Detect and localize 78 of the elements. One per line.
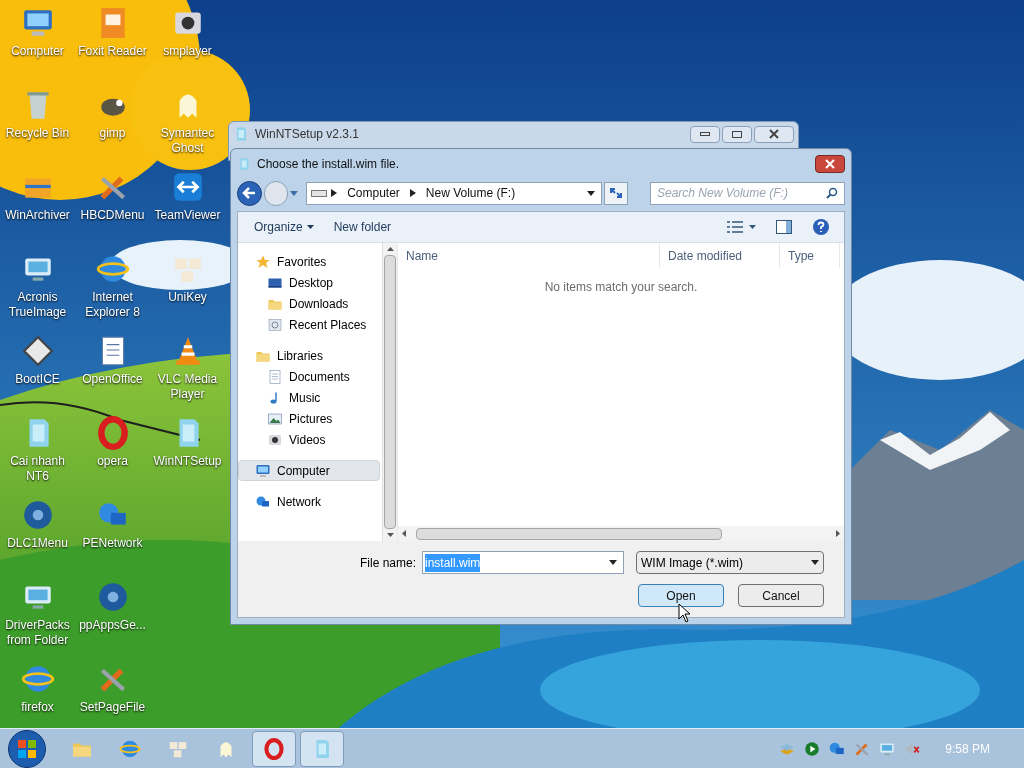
nav-item[interactable]: Pictures xyxy=(238,408,380,429)
dialog-button[interactable]: Open xyxy=(638,584,724,607)
ring-icon xyxy=(95,416,130,450)
nav-item[interactable]: Network xyxy=(238,491,380,512)
refresh-icon xyxy=(609,187,624,199)
breadcrumb-item[interactable]: Computer xyxy=(341,184,406,202)
cursor-icon xyxy=(678,603,691,623)
document-icon xyxy=(267,368,283,385)
search-icon xyxy=(826,187,838,199)
nav-item[interactable]: Downloads xyxy=(238,293,380,314)
close-icon xyxy=(825,159,835,169)
list-view-icon xyxy=(727,221,743,233)
nav-item[interactable]: Documents xyxy=(238,366,380,387)
nav-item[interactable]: Libraries xyxy=(238,345,380,366)
address-bar[interactable]: Computer New Volume (F:) xyxy=(306,181,603,205)
start-button[interactable] xyxy=(8,729,46,768)
caret-icon xyxy=(609,560,617,565)
caret-icon xyxy=(749,225,756,229)
nav-item[interactable]: Videos xyxy=(238,429,380,450)
desktop-icon-label[interactable]: TeamViewer xyxy=(150,208,225,223)
nav-item[interactable]: Computer xyxy=(238,460,380,481)
caret-icon xyxy=(811,560,819,565)
empty-message: No items match your search. xyxy=(544,279,698,296)
play-icon xyxy=(803,739,822,758)
window-title: WinNTSetup v2.3.1 xyxy=(255,126,360,143)
windows-logo-icon xyxy=(17,738,37,759)
caret-icon xyxy=(290,190,299,196)
scrollbar[interactable] xyxy=(398,526,844,541)
desktop-icon-label[interactable]: Acronis TrueImage xyxy=(0,290,75,320)
column-header[interactable]: Type xyxy=(780,243,840,268)
nav-item[interactable]: Recent Places xyxy=(238,314,380,335)
view-button[interactable] xyxy=(727,221,756,233)
left-arrow-icon xyxy=(402,530,406,537)
taskbar-button[interactable] xyxy=(252,730,296,767)
up-arrow-icon xyxy=(386,247,394,251)
field-label: File name: xyxy=(359,554,416,572)
computer-icon xyxy=(255,462,271,479)
file-type-dropdown[interactable]: WIM Image (*.wim) xyxy=(636,551,824,574)
image-icon xyxy=(267,410,283,427)
right-arrow-icon xyxy=(836,530,840,537)
down-arrow-icon xyxy=(386,533,394,537)
toolbar-button[interactable]: New folder xyxy=(323,215,402,239)
column-header[interactable]: Date modified xyxy=(660,243,780,268)
search-field[interactable]: Search New Volume (F:) xyxy=(650,181,845,205)
floppy-icon xyxy=(20,334,55,368)
close-button[interactable] xyxy=(754,125,794,143)
scrollbar[interactable] xyxy=(382,243,397,541)
desktop-icon-label[interactable]: BootICE xyxy=(0,372,75,387)
column-header[interactable]: Name xyxy=(398,243,660,268)
desktop-icon-label[interactable]: Internet Explorer 8 xyxy=(75,290,150,320)
ring-icon xyxy=(263,737,285,760)
field-value: install.wim xyxy=(425,553,481,572)
caret-icon xyxy=(306,225,314,229)
help-icon xyxy=(812,218,830,236)
drive-icon xyxy=(311,188,328,198)
pane-icon xyxy=(776,220,792,234)
refresh-button[interactable] xyxy=(604,181,628,205)
nav-item[interactable]: Music xyxy=(238,387,380,408)
desktop-icon-label[interactable]: WinArchiver xyxy=(0,208,75,223)
nav-item[interactable]: Desktop xyxy=(238,272,380,293)
chevron-icon xyxy=(409,189,416,197)
toolbar-button[interactable]: Organize xyxy=(244,215,324,239)
dialog-button[interactable]: Cancel xyxy=(738,584,824,607)
caret-icon xyxy=(587,190,596,196)
desktop-icon-label[interactable]: HBCDMenu xyxy=(75,208,150,223)
minimize-button[interactable] xyxy=(690,125,720,143)
desktop-icon-label[interactable]: UniKey xyxy=(150,290,225,305)
back-button[interactable] xyxy=(237,180,262,206)
preview-pane-button[interactable] xyxy=(776,220,792,234)
breadcrumb-item[interactable]: New Volume (F:) xyxy=(419,184,522,202)
close-button[interactable] xyxy=(815,155,845,173)
chevron-icon xyxy=(331,189,338,197)
help-button[interactable] xyxy=(812,218,830,236)
nav-item[interactable]: Favorites xyxy=(238,251,380,272)
close-icon xyxy=(769,129,779,139)
maximize-button[interactable] xyxy=(722,125,752,143)
dialog-title: Choose the install.wim file. xyxy=(257,156,400,173)
arrow-icon xyxy=(242,187,257,199)
